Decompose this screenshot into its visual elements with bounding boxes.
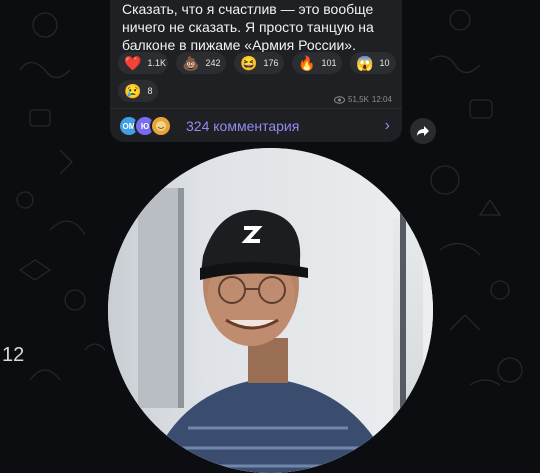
partial-timestamp: 12 <box>2 344 25 366</box>
reaction-count: 101 <box>321 58 337 68</box>
reaction-count: 176 <box>263 58 279 68</box>
share-button[interactable] <box>410 118 436 144</box>
reaction-count: 8 <box>147 86 153 96</box>
laughing-face-icon: 😆 <box>240 55 258 71</box>
fire-icon: 🔥 <box>298 55 316 71</box>
reaction-count: 1.1K <box>147 58 166 68</box>
message-text: Сказать, что я счастлив — это вообще нич… <box>122 1 374 53</box>
reaction-fire[interactable]: 🔥 101 <box>292 52 342 74</box>
eye-icon <box>334 95 345 104</box>
crying-face-icon: 😢 <box>124 83 142 99</box>
reaction-poop[interactable]: 💩 242 <box>176 52 226 74</box>
reaction-heart[interactable]: ❤️ 1.1K <box>118 52 168 74</box>
avatar-photo-icon <box>156 121 166 131</box>
video-note[interactable] <box>108 148 433 473</box>
view-count: 51,5K <box>348 95 369 104</box>
share-arrow-icon <box>417 126 429 136</box>
reaction-count: 10 <box>379 58 390 68</box>
video-note-frame <box>108 148 433 473</box>
avatar <box>150 115 172 137</box>
screaming-face-icon: 😱 <box>356 55 374 71</box>
reaction-count: 242 <box>205 58 221 68</box>
reaction-laugh[interactable]: 😆 176 <box>234 52 284 74</box>
comments-button[interactable]: ОМ Ю 324 комментария › <box>118 113 398 139</box>
reaction-scream[interactable]: 😱 10 <box>350 52 396 74</box>
heart-icon: ❤️ <box>124 55 142 71</box>
chevron-right-icon: › <box>384 117 390 134</box>
reaction-cry[interactable]: 😢 8 <box>118 80 158 102</box>
message-time: 12:04 <box>371 95 392 104</box>
poop-icon: 💩 <box>182 55 200 71</box>
divider <box>110 108 402 109</box>
comments-label: 324 комментария <box>186 118 300 134</box>
message-meta: 51,5K 12:04 <box>334 95 392 104</box>
